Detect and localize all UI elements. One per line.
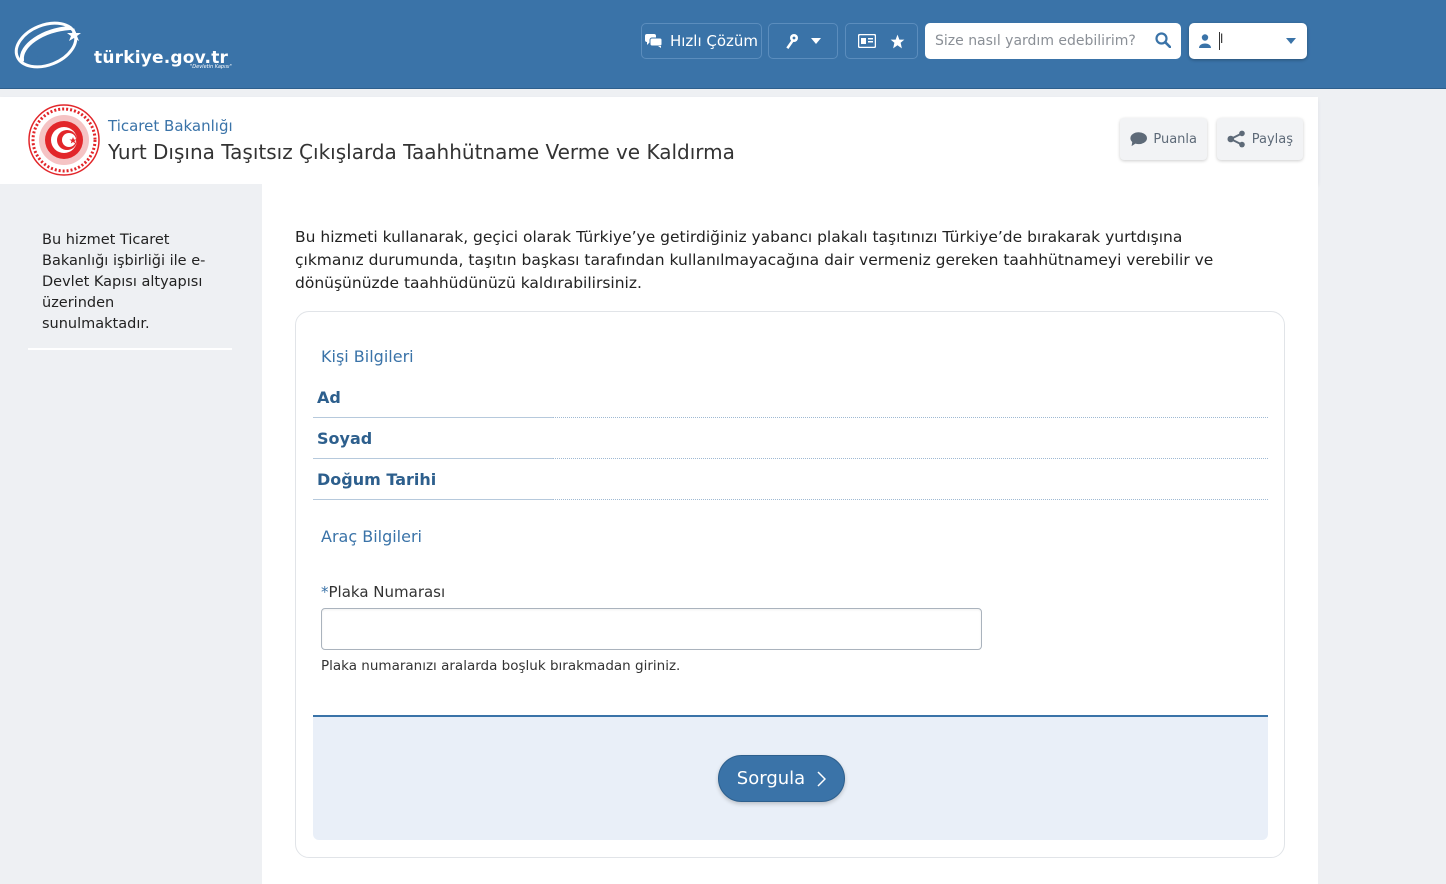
user-menu-button[interactable]: l — [1189, 23, 1307, 59]
user-icon — [1199, 34, 1211, 48]
search-icon[interactable] — [1155, 32, 1171, 48]
quick-solution-button[interactable]: Hızlı Çözüm — [641, 23, 762, 59]
field-divider — [313, 458, 553, 459]
ministry-name[interactable]: Ticaret Bakanlığı — [108, 117, 233, 135]
logo-emblem-icon — [14, 21, 81, 69]
user-name: l — [1219, 32, 1265, 50]
person-section-title: Kişi Bilgileri — [321, 347, 414, 366]
query-submit-button[interactable]: Sorgula — [718, 755, 845, 802]
chevron-right-icon — [817, 770, 827, 787]
password-menu-button[interactable] — [768, 23, 838, 59]
key-icon — [786, 34, 798, 49]
plate-number-help: Plaka numaranızı aralarda boşluk bırakma… — [321, 658, 681, 674]
field-birth-date: Doğum Tarihi — [313, 470, 1268, 500]
field-divider-dotted — [553, 458, 1268, 459]
search-input[interactable] — [935, 33, 1147, 49]
share-label: Paylaş — [1251, 131, 1293, 147]
share-icon — [1227, 130, 1245, 148]
field-divider-dotted — [553, 499, 1268, 500]
submit-label: Sorgula — [736, 768, 806, 789]
required-mark: * — [321, 583, 329, 601]
submit-area: Sorgula — [313, 715, 1268, 840]
quick-solution-label: Hızlı Çözüm — [669, 32, 759, 50]
plate-number-label: *Plaka Numarası — [321, 583, 445, 601]
share-button[interactable]: Paylaş — [1217, 118, 1303, 160]
field-surname: Soyad — [313, 429, 1268, 459]
chat-bubbles-icon — [644, 34, 662, 48]
plate-number-label-text: Plaka Numarası — [328, 583, 446, 601]
page-title: Yurt Dışına Taşıtsız Çıkışlarda Taahhütn… — [108, 140, 735, 164]
service-description: Bu hizmeti kullanarak, geçici olarak Tür… — [295, 228, 1214, 292]
service-header: Ticaret Bakanlığı Yurt Dışına Taşıtsız Ç… — [0, 97, 1318, 184]
chevron-down-icon — [1286, 38, 1296, 44]
page-background-right — [1318, 89, 1446, 884]
ministry-seal-icon — [28, 104, 100, 176]
search-box[interactable] — [925, 23, 1181, 59]
logo-tagline: "Devletin Kapısı" — [190, 64, 232, 70]
field-divider — [313, 417, 553, 418]
id-favorites-button[interactable] — [845, 23, 918, 59]
main-content: Bu hizmeti kullanarak, geçici olarak Tür… — [262, 184, 1318, 884]
vehicle-section-title: Araç Bilgileri — [321, 527, 422, 546]
field-surname-label: Soyad — [317, 429, 373, 448]
field-divider-dotted — [553, 417, 1268, 418]
rate-button[interactable]: Puanla — [1120, 118, 1207, 160]
id-card-icon — [858, 34, 876, 48]
plate-number-input[interactable] — [322, 609, 981, 649]
query-form: Kişi Bilgileri Ad Soyad Doğum Tarihi Ara… — [295, 311, 1285, 858]
top-navbar: türkiye.gov.tr "Devletin Kapısı" Hızlı Ç… — [0, 0, 1446, 89]
service-provider-info: Bu hizmet Ticaret Bakanlığı işbirliği il… — [42, 232, 206, 332]
field-name-label: Ad — [317, 388, 341, 407]
star-icon — [890, 34, 905, 48]
chevron-down-icon — [811, 38, 821, 44]
sidebar-divider — [28, 348, 232, 350]
turkiye-gov-logo[interactable]: türkiye.gov.tr "Devletin Kapısı" — [12, 16, 237, 72]
field-name: Ad — [313, 388, 1268, 418]
sidebar: Bu hizmet Ticaret Bakanlığı işbirliği il… — [0, 184, 262, 884]
field-birth-date-label: Doğum Tarihi — [317, 470, 437, 489]
field-divider — [313, 499, 553, 500]
rate-label: Puanla — [1153, 131, 1197, 147]
comment-icon — [1130, 132, 1147, 147]
plate-number-field[interactable] — [321, 608, 982, 650]
